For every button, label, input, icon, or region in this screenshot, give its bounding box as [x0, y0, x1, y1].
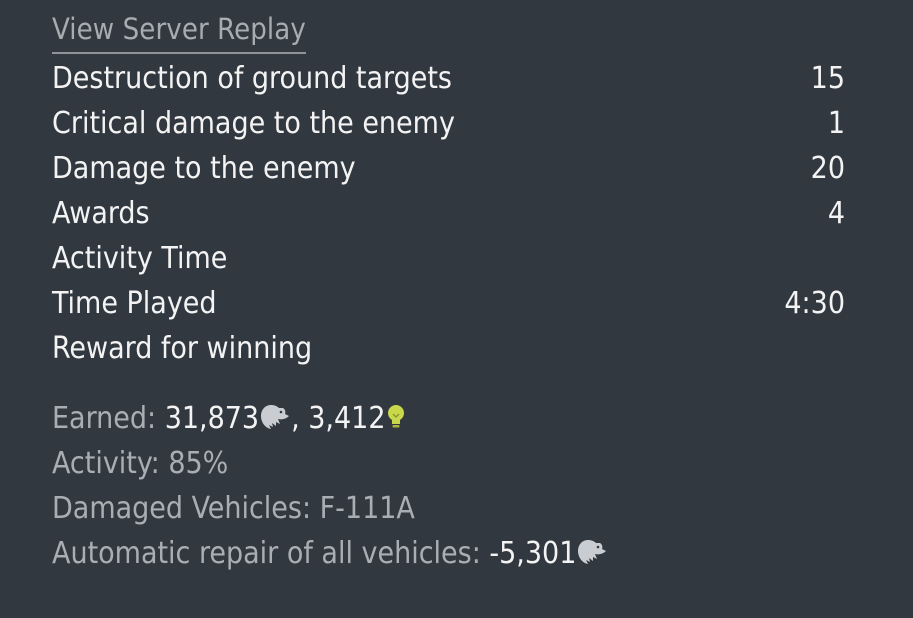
silver-lions-icon — [576, 535, 608, 580]
stat-row-activity-time: Activity Time — [52, 236, 845, 281]
damaged-vehicles-line: Damaged Vehicles: F-111A — [52, 491, 415, 526]
earned-silver-value: 31,873 — [164, 401, 260, 436]
stat-row-reward-for-winning: Reward for winning — [52, 326, 845, 371]
results-summary: Earned: 31,873, 3,412 Activity: 85% Dama… — [52, 396, 845, 576]
research-points-icon — [386, 400, 406, 445]
stats-list: Destruction of ground targets 15 Critica… — [52, 56, 845, 371]
stat-label: Activity Time — [52, 241, 228, 276]
repair-label: Automatic repair of all vehicles: — [52, 536, 490, 571]
stat-label: Damage to the enemy — [52, 151, 356, 186]
stat-value: 4:30 — [784, 286, 845, 321]
stat-row-damage: Damage to the enemy 20 — [52, 146, 845, 191]
stat-label: Time Played — [52, 286, 217, 321]
repair-value: -5,301 — [489, 536, 577, 571]
stat-row-awards: Awards 4 — [52, 191, 845, 236]
stat-label: Awards — [52, 196, 150, 231]
activity-line: Activity: 85% — [52, 446, 229, 481]
stat-value: 1 — [827, 106, 845, 141]
earned-separator: , — [291, 401, 309, 436]
battle-results-panel: View Server Replay Destruction of ground… — [52, 0, 845, 576]
stat-row-ground-targets: Destruction of ground targets 15 — [52, 56, 845, 101]
automatic-repair-line: Automatic repair of all vehicles: -5,301 — [52, 531, 845, 576]
stat-label: Critical damage to the enemy — [52, 106, 455, 141]
earned-line: Earned: 31,873, 3,412 — [52, 396, 845, 441]
stat-label: Reward for winning — [52, 331, 313, 366]
stat-value: 15 — [810, 61, 845, 96]
stat-row-critical-damage: Critical damage to the enemy 1 — [52, 101, 845, 146]
silver-lions-icon — [259, 400, 291, 445]
stat-value: 20 — [810, 151, 845, 186]
stat-row-time-played: Time Played 4:30 — [52, 281, 845, 326]
stat-label: Destruction of ground targets — [52, 61, 452, 96]
stat-value: 4 — [827, 196, 845, 231]
view-server-replay-link[interactable]: View Server Replay — [52, 12, 306, 54]
earned-label: Earned: — [52, 401, 165, 436]
earned-research-value: 3,412 — [308, 401, 386, 436]
